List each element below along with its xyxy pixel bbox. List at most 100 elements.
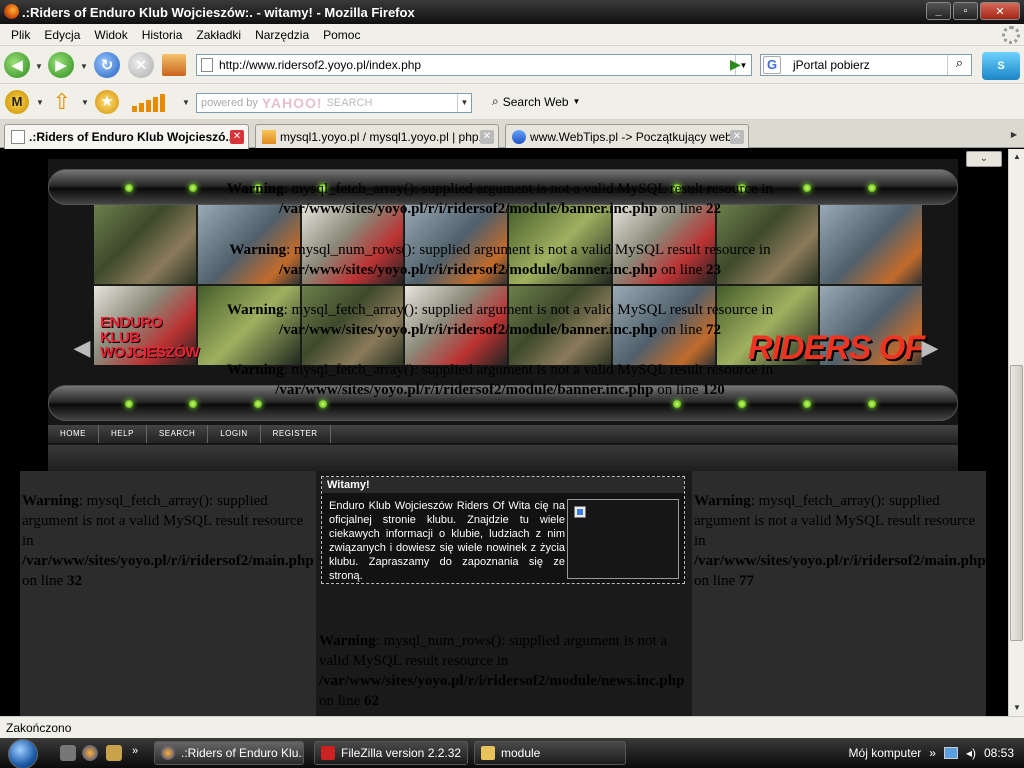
menu-plik[interactable]: Plik — [4, 28, 37, 42]
up-arrow-dropdown[interactable]: ▼ — [81, 98, 89, 107]
quicklaunch-icon[interactable] — [106, 745, 122, 761]
google-icon[interactable]: G — [763, 56, 781, 74]
scroll-thumb[interactable] — [1010, 365, 1023, 641]
led-icon — [803, 400, 811, 408]
led-icon — [319, 400, 327, 408]
menu-narzedzia[interactable]: Narzędzia — [248, 28, 316, 42]
my-computer-toolbar[interactable]: Mój komputer — [849, 746, 922, 760]
left-column: Warning: mysql_fetch_array(): supplied a… — [20, 471, 316, 716]
menu-zakladki[interactable]: Zakładki — [189, 28, 248, 42]
signal-dropdown[interactable]: ▼ — [182, 98, 190, 107]
tab-label: www.WebTips.pl -> Początkujący web... — [530, 129, 742, 144]
filezilla-icon — [321, 746, 335, 760]
status-bar: Zakończono — [0, 716, 1024, 738]
php-warning: Warning: mysql_fetch_array(): supplied a… — [694, 493, 986, 589]
firefox-icon — [4, 4, 19, 19]
menu-edycja[interactable]: Edycja — [37, 28, 87, 42]
php-warning: Warning: mysql_num_rows(): supplied argu… — [229, 242, 771, 278]
led-icon — [868, 184, 876, 192]
status-text: Zakończono — [6, 720, 72, 735]
skype-icon[interactable]: S — [982, 52, 1020, 80]
tab-bar: .:Riders of Enduro Klub Wojcieszó... ✕ m… — [0, 120, 1024, 149]
taskbar-firefox[interactable]: .:Riders of Enduro Klu... — [154, 741, 304, 765]
firefox-icon — [161, 746, 175, 760]
search-input[interactable]: G jPortal pobierz ⌕ — [760, 54, 972, 76]
banner-prev-arrow-icon[interactable]: ◀ — [70, 335, 94, 365]
nav-register-link[interactable]: REGISTER — [261, 425, 331, 443]
taskbar: » .:Riders of Enduro Klu... FileZilla ve… — [0, 738, 1024, 768]
php-warning: Warning: mysql_fetch_array(): supplied a… — [226, 362, 774, 398]
page-icon — [201, 58, 213, 72]
nav-search-link[interactable]: SEARCH — [147, 425, 209, 443]
yahoo-toolbar: M ▼ ⇧ ▼ ★ ▼ powered by YAHOO! SEARCH ▼ ⌕… — [0, 84, 1024, 120]
menu-historia[interactable]: Historia — [135, 28, 190, 42]
network-icon[interactable] — [943, 747, 958, 759]
maximize-button[interactable]: ▫ — [953, 2, 978, 20]
yahoo-mail-icon[interactable]: M — [5, 90, 29, 114]
more-quicklaunch-icon[interactable]: » — [132, 745, 148, 761]
taskbar-filezilla[interactable]: FileZilla version 2.2.32 — [314, 741, 468, 765]
search-web-button[interactable]: ⌕ Search Web ▼ — [492, 94, 580, 109]
yahoo-powered-by: powered by — [201, 97, 258, 109]
home-button[interactable] — [162, 54, 186, 76]
back-button[interactable]: ◀ — [4, 52, 30, 78]
reload-icon: ↻ — [100, 57, 114, 74]
go-button[interactable]: ▶ — [730, 56, 748, 74]
url-text: http://www.ridersof2.yoyo.pl/index.php — [219, 58, 422, 72]
stop-icon: ✕ — [134, 57, 148, 74]
tab-list-dropdown[interactable]: ▶ — [1006, 126, 1022, 144]
yahoo-mail-dropdown[interactable]: ▼ — [36, 98, 44, 107]
php-warning: Warning: mysql_num_rows(): supplied argu… — [319, 633, 685, 709]
reload-button[interactable]: ↻ — [94, 52, 120, 78]
tab-phpmyadmin[interactable]: mysql1.yoyo.pl / mysql1.yoyo.pl | php...… — [255, 124, 499, 148]
yahoo-search-input[interactable]: powered by YAHOO! SEARCH ▼ — [196, 93, 472, 113]
volume-icon[interactable]: ◂) — [966, 746, 976, 760]
nav-help-link[interactable]: HELP — [99, 425, 147, 443]
page-icon — [11, 130, 25, 144]
yahoo-search-dropdown[interactable]: ▼ — [457, 94, 471, 112]
show-desktop-icon[interactable] — [60, 745, 76, 761]
tray-expand-icon[interactable]: » — [929, 746, 936, 760]
window-title: .:Riders of Enduro Klub Wojcieszów:. - w… — [22, 4, 415, 20]
close-tab-icon[interactable]: ✕ — [230, 130, 244, 144]
scroll-down-icon[interactable]: ▼ — [1009, 700, 1024, 716]
magnifier-icon: ⌕ — [492, 94, 499, 108]
banner-next-arrow-icon[interactable]: ▶ — [918, 335, 942, 365]
minimize-button[interactable]: _ — [926, 2, 951, 20]
welcome-text: Enduro Klub Wojcieszów Riders Of Wita ci… — [329, 500, 565, 582]
scroll-up-icon[interactable]: ▲ — [1009, 149, 1024, 165]
page-scrollbar[interactable]: ▲ ▼ — [1008, 149, 1024, 716]
signal-bars-icon[interactable] — [132, 94, 165, 112]
clock[interactable]: 08:53 — [984, 746, 1014, 760]
led-icon — [125, 184, 133, 192]
taskbar-module-folder[interactable]: module — [474, 741, 626, 765]
search-web-dropdown-icon: ▼ — [572, 97, 581, 106]
right-column: Warning: mysql_fetch_array(): supplied a… — [692, 471, 986, 716]
tab-riders[interactable]: .:Riders of Enduro Klub Wojcieszó... ✕ — [4, 124, 249, 149]
forward-button[interactable]: ▶ — [48, 52, 74, 78]
led-icon — [738, 400, 746, 408]
firefox-quicklaunch-icon[interactable] — [82, 745, 98, 761]
back-history-dropdown[interactable]: ▼ — [35, 62, 43, 71]
close-tab-icon[interactable]: ✕ — [480, 130, 494, 144]
stop-button[interactable]: ✕ — [128, 52, 154, 78]
window-controls: _ ▫ ✕ — [926, 2, 1020, 20]
nav-home-link[interactable]: HOME — [48, 425, 99, 443]
tab-label: mysql1.yoyo.pl / mysql1.yoyo.pl | php... — [280, 129, 489, 144]
forward-history-dropdown[interactable]: ▼ — [80, 62, 88, 71]
start-button[interactable] — [8, 739, 38, 768]
search-icon[interactable]: ⌕ — [947, 55, 971, 75]
tab-webtips[interactable]: www.WebTips.pl -> Początkujący web... ✕ — [505, 124, 749, 148]
collapse-button[interactable]: ⌄ — [966, 151, 1002, 167]
nav-login-link[interactable]: LOGIN — [208, 425, 261, 443]
star-icon[interactable]: ★ — [95, 90, 119, 114]
menu-widok[interactable]: Widok — [87, 28, 134, 42]
up-arrow-icon[interactable]: ⇧ — [50, 90, 74, 114]
menu-pomoc[interactable]: Pomoc — [316, 28, 367, 42]
url-bar[interactable]: http://www.ridersof2.yoyo.pl/index.php ▼ — [196, 54, 752, 76]
close-window-button[interactable]: ✕ — [980, 2, 1020, 20]
taskbar-task-label: module — [501, 746, 541, 760]
throbber-icon — [1002, 26, 1020, 44]
yahoo-logo: YAHOO! — [261, 95, 323, 111]
close-tab-icon[interactable]: ✕ — [730, 130, 744, 144]
